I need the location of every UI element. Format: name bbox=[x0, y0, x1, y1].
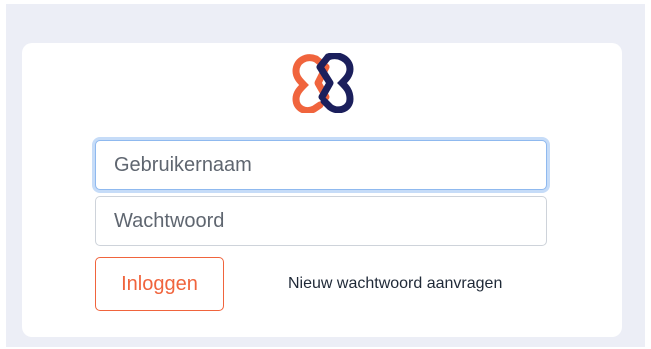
reset-password-link[interactable]: Nieuw wachtwoord aanvragen bbox=[288, 275, 502, 293]
brand-logo-icon bbox=[292, 53, 354, 113]
login-button[interactable]: Inloggen bbox=[95, 257, 224, 311]
password-input[interactable] bbox=[95, 196, 547, 246]
username-input[interactable] bbox=[95, 140, 547, 190]
